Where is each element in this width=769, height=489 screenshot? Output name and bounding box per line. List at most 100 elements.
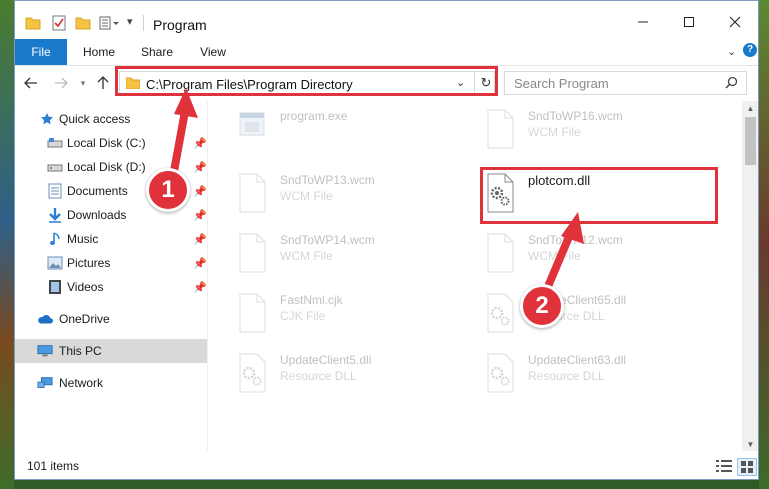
- tiles-view-icon[interactable]: [737, 458, 757, 476]
- up-arrow-icon[interactable]: [93, 73, 113, 93]
- forward-arrow-icon[interactable]: [51, 73, 71, 93]
- file-type: WCM File: [280, 189, 333, 203]
- network-icon: [37, 375, 53, 391]
- details-view-icon[interactable]: [715, 458, 733, 474]
- computer-icon: [37, 343, 53, 359]
- sidebar-item-label: Videos: [67, 280, 104, 294]
- pin-icon[interactable]: 📌: [193, 257, 207, 270]
- file-name: SndToWP14.wcm: [280, 233, 375, 247]
- scroll-up-icon[interactable]: ▲: [742, 101, 758, 115]
- file-name: SndToWP16.wcm: [528, 109, 623, 123]
- file-item-sndtowp16[interactable]: SndToWP16.wcm WCM File: [476, 103, 714, 159]
- file-item-sndtowp13[interactable]: SndToWP13.wcm WCM File: [228, 167, 466, 223]
- file-name: SndToWP13.wcm: [280, 173, 375, 187]
- file-list: program.exe SndToWP16.wcm WCM File SndTo…: [208, 101, 741, 451]
- address-highlight-box: [115, 66, 498, 96]
- download-icon: [47, 207, 63, 223]
- properties-icon[interactable]: [51, 15, 67, 31]
- sidebar-item-label: Music: [67, 232, 99, 246]
- sidebar-item-label: Pictures: [67, 256, 111, 270]
- file-item-program-exe[interactable]: program.exe: [228, 103, 466, 159]
- search-input[interactable]: [505, 72, 733, 94]
- explorer-window: ▾ Program File Home Share View ⌄ ? ▾ C:\…: [14, 0, 759, 480]
- search-icon[interactable]: [725, 76, 738, 92]
- documents-icon: [47, 183, 63, 199]
- sidebar-item-quick-access[interactable]: Quick access: [15, 107, 207, 131]
- sidebar-item-label: Quick access: [59, 112, 131, 126]
- pin-icon[interactable]: 📌: [193, 137, 207, 150]
- file-type: WCM File: [528, 125, 581, 139]
- dll-gear-icon: [484, 293, 516, 333]
- sidebar-item-this-pc[interactable]: This PC: [15, 339, 207, 363]
- dll-gear-icon: [236, 353, 268, 393]
- dropdown-icon[interactable]: ▾: [127, 15, 133, 31]
- file-icon: [484, 109, 516, 149]
- status-bar: 101 items: [15, 453, 758, 479]
- sidebar-item-onedrive[interactable]: OneDrive: [15, 307, 207, 331]
- folder-icon: [25, 15, 41, 31]
- window-title: Program: [153, 17, 207, 33]
- step-1-badge: 1: [146, 168, 190, 212]
- back-arrow-icon[interactable]: [21, 73, 41, 93]
- new-folder-icon[interactable]: [75, 15, 91, 31]
- sidebar-item-label: Local Disk (C:): [67, 136, 146, 150]
- file-type: CJK File: [280, 309, 326, 323]
- file-icon: [236, 233, 268, 273]
- pin-icon[interactable]: 📌: [193, 281, 207, 294]
- sidebar-item-local-disk-c[interactable]: Local Disk (C:) 📌: [15, 131, 207, 155]
- file-item-sndtowp14[interactable]: SndToWP14.wcm WCM File: [228, 227, 466, 283]
- ribbon-tabs: File Home Share View ⌄ ?: [15, 39, 758, 66]
- file-type: Resource DLL: [528, 369, 605, 383]
- tab-home[interactable]: Home: [75, 39, 123, 65]
- file-item-updateclient5[interactable]: UpdateClient5.dll Resource DLL: [228, 347, 466, 403]
- file-name: FastNml.cjk: [280, 293, 343, 307]
- expand-ribbon-icon[interactable]: ⌄: [727, 45, 736, 58]
- file-item-fastnml[interactable]: FastNml.cjk CJK File: [228, 287, 466, 343]
- pin-icon[interactable]: 📌: [193, 209, 207, 222]
- sidebar-item-music[interactable]: Music 📌: [15, 227, 207, 251]
- pin-icon[interactable]: 📌: [193, 161, 207, 174]
- file-type: WCM File: [280, 249, 333, 263]
- sidebar-item-label: Downloads: [67, 208, 127, 222]
- recent-locations-icon[interactable]: ▾: [73, 73, 93, 93]
- maximize-button[interactable]: [666, 7, 712, 37]
- sidebar-item-network[interactable]: Network: [15, 371, 207, 395]
- dll-gear-icon: [484, 353, 516, 393]
- sidebar-item-label: Local Disk (D:): [67, 160, 146, 174]
- file-icon: [236, 173, 268, 213]
- help-icon[interactable]: ?: [743, 43, 757, 57]
- sidebar-item-label: This PC: [59, 344, 102, 358]
- title-divider: [143, 15, 144, 31]
- vertical-scrollbar[interactable]: ▲ ▼: [742, 101, 758, 451]
- tab-file[interactable]: File: [15, 39, 67, 65]
- file-name: UpdateClient5.dll: [280, 353, 372, 367]
- file-highlight-box: [480, 167, 718, 224]
- search-box[interactable]: [504, 71, 747, 95]
- tab-view[interactable]: View: [191, 39, 235, 65]
- sidebar-item-videos[interactable]: Videos 📌: [15, 275, 207, 299]
- file-item-updateclient63[interactable]: UpdateClient63.dll Resource DLL: [476, 347, 714, 403]
- scrollbar-thumb[interactable]: [745, 117, 756, 165]
- cloud-icon: [37, 311, 53, 327]
- drive-icon: [47, 135, 63, 151]
- customize-toolbar-icon[interactable]: [99, 15, 121, 31]
- desktop-background-left: [0, 0, 14, 489]
- file-type: Resource DLL: [280, 369, 357, 383]
- videos-icon: [47, 279, 63, 295]
- file-item-sndtowp12[interactable]: SndToWP12.wcm WCM File: [476, 227, 714, 283]
- file-item-updateclient65[interactable]: UpdateClient65.dll Resource DLL: [476, 287, 714, 343]
- pin-icon[interactable]: 📌: [193, 233, 207, 246]
- sidebar-item-label: Documents: [67, 184, 128, 198]
- music-icon: [47, 231, 63, 247]
- minimize-button[interactable]: [620, 7, 666, 37]
- tab-share[interactable]: Share: [133, 39, 181, 65]
- item-count: 101 items: [27, 459, 80, 473]
- close-button[interactable]: [712, 7, 758, 37]
- scroll-down-icon[interactable]: ▼: [742, 437, 758, 451]
- file-name: SndToWP12.wcm: [528, 233, 623, 247]
- pin-icon[interactable]: 📌: [193, 185, 207, 198]
- file-name: UpdateClient63.dll: [528, 353, 627, 367]
- sidebar-item-pictures[interactable]: Pictures 📌: [15, 251, 207, 275]
- file-name: program.exe: [280, 109, 348, 123]
- desktop-background-right: [759, 0, 769, 489]
